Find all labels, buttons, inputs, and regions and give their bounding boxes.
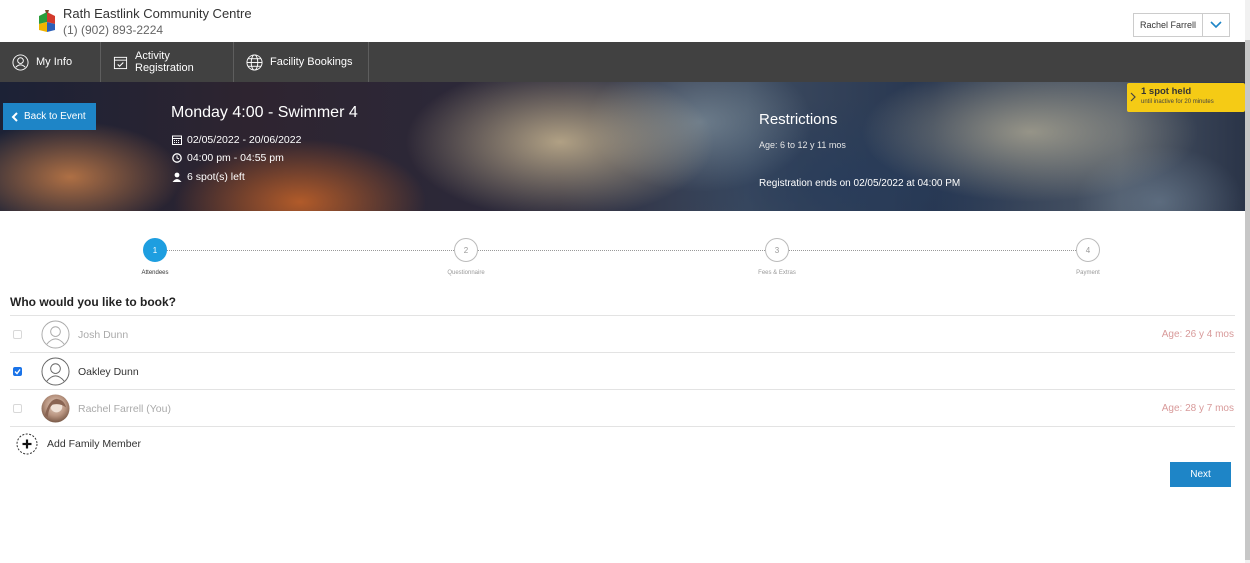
nav-my-info-label: My Info <box>36 56 73 68</box>
chevron-right-icon <box>1130 92 1136 102</box>
step-connector <box>789 250 1076 251</box>
attendee-row[interactable]: Oakley Dunn <box>10 352 1235 390</box>
org-logo-icon <box>39 10 55 32</box>
user-circle-icon <box>12 53 29 71</box>
avatar-placeholder-icon <box>41 320 70 349</box>
attendee-checkbox-checked[interactable] <box>13 367 22 376</box>
back-to-event-label: Back to Event <box>24 111 86 122</box>
avatar-photo <box>41 394 70 423</box>
row-divider <box>10 426 1235 427</box>
top-header: Rath Eastlink Community Centre (1) (902)… <box>0 0 1245 42</box>
nav-activity-registration[interactable]: Activity Registration <box>101 42 234 82</box>
attendee-name: Oakley Dunn <box>78 365 139 378</box>
attendee-name: Rachel Farrell (You) <box>78 402 171 415</box>
step-2-label: Questionnaire <box>447 270 485 276</box>
nav-activity-registration-label: Activity Registration <box>135 50 194 74</box>
attendee-age: Age: 28 y 7 mos <box>1161 403 1234 414</box>
step-1-label: Attendees <box>141 270 169 276</box>
add-family-member-button[interactable]: Add Family Member <box>16 433 141 455</box>
user-name: Rachel Farrell <box>1134 14 1204 36</box>
step-3-label: Fees & Extras <box>758 270 796 276</box>
event-spots-text: 6 spot(s) left <box>187 171 245 183</box>
event-time: 04:00 pm - 04:55 pm <box>172 152 284 164</box>
restrictions-title: Restrictions <box>759 111 838 128</box>
spot-held-notice[interactable]: 1 spot held until inactive for 20 minute… <box>1127 83 1245 112</box>
event-time-text: 04:00 pm - 04:55 pm <box>187 152 284 164</box>
event-title: Monday 4:00 - Swimmer 4 <box>171 104 358 121</box>
event-dates: 02/05/2022 - 20/06/2022 <box>172 134 301 146</box>
restrictions-age: Age: 6 to 12 y 11 mos <box>759 140 846 150</box>
add-circle-icon <box>16 433 38 455</box>
chevron-left-icon <box>11 111 18 122</box>
event-spots: 6 spot(s) left <box>172 171 245 183</box>
org-name: Rath Eastlink Community Centre <box>63 6 252 21</box>
event-banner: Back to Event Monday 4:00 - Swimmer 4 02… <box>0 82 1245 211</box>
step-connector <box>167 250 454 251</box>
step-connector <box>478 250 765 251</box>
attendee-checkbox[interactable] <box>13 404 22 413</box>
step-3: 3 <box>765 238 789 262</box>
attendee-checkbox[interactable] <box>13 330 22 339</box>
step-4-label: Payment <box>1076 270 1100 276</box>
calendar-check-icon <box>113 56 128 69</box>
nav-my-info[interactable]: My Info <box>0 42 101 82</box>
attendee-name: Josh Dunn <box>78 328 129 341</box>
spot-held-title: 1 spot held <box>1141 86 1192 97</box>
check-icon <box>14 369 21 375</box>
registration-deadline: Registration ends on 02/05/2022 at 04:00… <box>759 178 961 189</box>
attendee-age: Age: 26 y 4 mos <box>1161 329 1234 340</box>
calendar-icon <box>172 135 182 145</box>
globe-icon <box>246 53 263 71</box>
event-dates-text: 02/05/2022 - 20/06/2022 <box>187 134 302 146</box>
add-family-member-label: Add Family Member <box>47 438 141 450</box>
step-4: 4 <box>1076 238 1100 262</box>
avatar-placeholder-icon <box>41 357 70 386</box>
nav-facility-bookings-label: Facility Bookings <box>270 56 353 68</box>
attendee-row[interactable]: Josh Dunn Age: 26 y 4 mos <box>10 315 1235 353</box>
next-button[interactable]: Next <box>1170 462 1231 487</box>
back-to-event-button[interactable]: Back to Event <box>3 103 96 130</box>
person-icon <box>172 172 182 182</box>
scrollbar-thumb[interactable] <box>1245 40 1250 560</box>
org-phone: (1) (902) 893-2224 <box>63 23 164 37</box>
attendee-row[interactable]: Rachel Farrell (You) Age: 28 y 7 mos <box>10 389 1235 427</box>
chevron-down-icon[interactable] <box>1203 14 1229 36</box>
step-1: 1 <box>143 238 167 262</box>
user-menu[interactable]: Rachel Farrell <box>1133 13 1231 37</box>
booking-question: Who would you like to book? <box>10 295 176 309</box>
step-2: 2 <box>454 238 478 262</box>
nav-facility-bookings[interactable]: Facility Bookings <box>234 42 369 82</box>
spot-held-subtitle: until inactive for 20 minutes <box>1141 99 1214 105</box>
clock-icon <box>172 153 182 163</box>
main-nav: My Info Activity Registration Facility B… <box>0 42 1245 82</box>
